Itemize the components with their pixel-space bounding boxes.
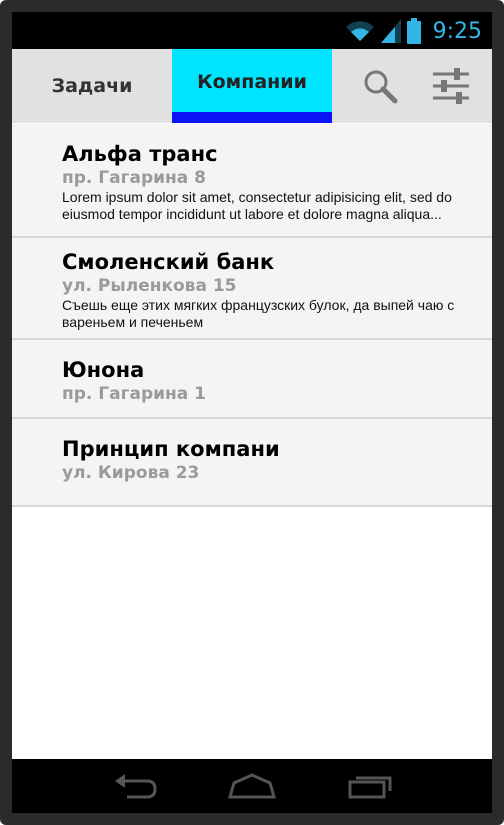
search-button[interactable] <box>355 61 405 111</box>
company-description: Съешь еще этих мягких французских булок,… <box>62 297 455 330</box>
tab-bar: Задачи Компании <box>12 49 492 123</box>
company-description: Lorem ipsum dolor sit amet, consectetur … <box>62 189 452 222</box>
battery-icon <box>406 18 421 44</box>
recent-apps-icon <box>348 776 392 799</box>
screen: 9:25 Задачи Компании Альфа транс пр. Гаг… <box>12 12 492 813</box>
company-address: ул. Рыленкова 15 <box>62 276 237 296</box>
status-bar: 9:25 <box>12 12 492 49</box>
settings-sliders-icon <box>433 68 469 104</box>
list-item[interactable]: Юнона пр. Гагарина 1 <box>12 340 492 419</box>
company-name: Альфа транс <box>62 142 218 166</box>
status-icons: 9:25 <box>345 16 482 46</box>
company-name: Принцип компани <box>62 437 280 461</box>
home-button[interactable] <box>222 767 282 805</box>
signal-icon <box>380 19 401 43</box>
list-item[interactable]: Альфа транс пр. Гагарина 8 Lorem ipsum d… <box>12 124 492 238</box>
clock: 9:25 <box>432 18 482 44</box>
back-button[interactable] <box>105 767 165 805</box>
list-item[interactable]: Принцип компани ул. Кирова 23 <box>12 419 492 507</box>
company-name: Смоленский банк <box>62 250 275 274</box>
tab-tasks[interactable]: Задачи <box>12 49 172 123</box>
back-icon <box>115 774 157 799</box>
wifi-icon <box>345 21 374 41</box>
selected-tab-indicator <box>172 112 332 123</box>
company-address: ул. Кирова 23 <box>62 463 200 483</box>
home-icon <box>228 773 276 799</box>
device-frame: 9:25 Задачи Компании Альфа транс пр. Гаг… <box>0 0 504 825</box>
company-address: пр. Гагарина 1 <box>62 384 206 404</box>
recent-apps-button[interactable] <box>340 767 400 805</box>
company-name: Юнона <box>62 358 145 382</box>
list-item[interactable]: Смоленский банк ул. Рыленкова 15 Съешь е… <box>12 238 492 340</box>
company-list: Альфа транс пр. Гагарина 8 Lorem ipsum d… <box>12 124 492 507</box>
company-address: пр. Гагарина 8 <box>62 168 206 188</box>
settings-button[interactable] <box>426 61 476 111</box>
search-icon <box>364 70 398 104</box>
navigation-bar <box>12 759 492 813</box>
